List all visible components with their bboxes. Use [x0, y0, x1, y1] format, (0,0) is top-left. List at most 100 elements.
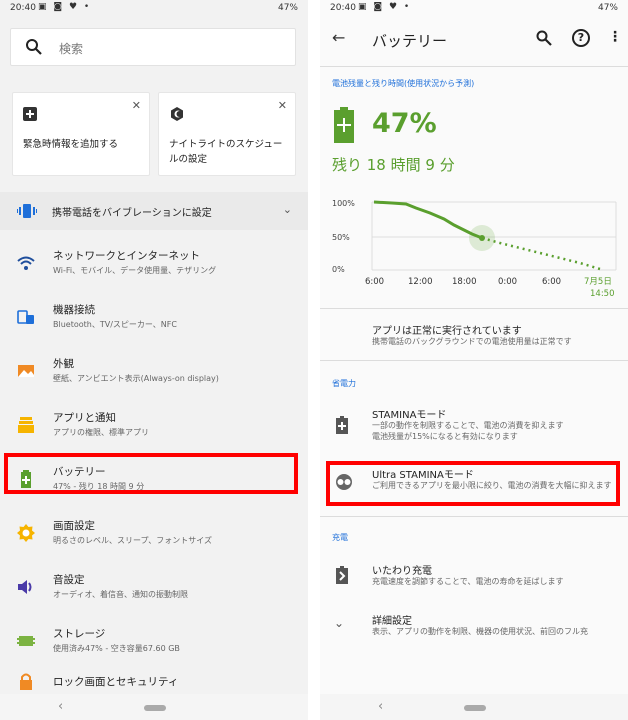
suggestion-card-emergency[interactable]: ✕ 緊急時情報を追加する: [12, 92, 150, 176]
chart-ylabel-50: 50%: [332, 233, 350, 242]
chart-ylabel-100: 100%: [332, 199, 355, 208]
settings-item-display[interactable]: 画面設定 明るさのレベル、スリープ、フォントサイズ: [0, 512, 308, 568]
item-title: アプリと通知: [53, 412, 116, 424]
item-title: ストレージ: [53, 628, 106, 640]
chart-xlabel-0: 6:00: [365, 277, 384, 287]
app-status-row[interactable]: アプリは正常に実行されています 携帯電話のバックグラウンドでの電池使用量は正常で…: [320, 322, 628, 352]
status-time: 20:40: [330, 3, 356, 13]
help-icon[interactable]: ?: [572, 29, 590, 47]
power-saving-header: 省電力: [332, 379, 356, 388]
stamina-mode-row[interactable]: STAMINAモード 一部の動作を制限することで、電池の消費を抑えます 電池残量…: [320, 406, 628, 446]
status-battery: 47%: [597, 3, 618, 13]
status-bar: 20:40 ▣ ◙ ♥ • 47%: [0, 0, 308, 18]
settings-item-lock[interactable]: ロック画面とセキュリティ: [0, 668, 308, 694]
battery-screen: 20:40 ▣ ◙ ♥ • 47% ← バッテリー ? ⋮ 電池残量と残り時間(…: [320, 0, 628, 720]
nav-back-icon[interactable]: ‹: [378, 699, 383, 714]
nav-home-icon[interactable]: [464, 705, 486, 711]
settings-item-network[interactable]: ネットワークとインターネット Wi-Fi、モバイル、データ使用量、テザリング: [0, 242, 308, 298]
volume-icon: [18, 580, 32, 594]
search-placeholder: 検索: [59, 42, 84, 56]
vibrate-mode-row[interactable]: 携帯電話をバイブレーションに設定 ⌄: [0, 192, 308, 230]
highlight-box-battery: [4, 453, 298, 494]
item-subtitle: Bluetooth、TV/スピーカー、NFC: [53, 320, 177, 329]
chart-xlabel-4: 6:00: [542, 277, 561, 287]
care-charging-row[interactable]: いたわり充電 充電速度を調節することで、電池の寿命を延ばします: [320, 562, 628, 592]
battery-percent: 47%: [372, 108, 437, 139]
settings-item-apps[interactable]: アプリと通知 アプリの権限、標準アプリ: [0, 404, 308, 460]
search-icon[interactable]: [536, 30, 552, 46]
item-title: 機器接続: [53, 304, 95, 316]
item-subtitle: オーディオ、着信音、通知の振動制限: [53, 590, 188, 599]
search-bar[interactable]: 検索: [10, 28, 296, 66]
divider: [320, 66, 628, 67]
card-label: 緊急時情報を追加する: [23, 139, 119, 150]
item-subtitle: 使用済み47% - 空き容量67.60 GB: [53, 644, 180, 653]
wallpaper-icon: [18, 365, 34, 377]
vibration-icon: [17, 204, 37, 218]
chart-xlabel-1: 12:00: [408, 277, 433, 287]
chart-end-date: 7月5日: [584, 277, 612, 287]
apps-icon: [18, 417, 34, 433]
night-light-icon: [171, 107, 183, 121]
settings-item-appearance[interactable]: 外観 壁紙、アンビエント表示(Always-on display): [0, 350, 308, 406]
settings-screen: 20:40 ▣ ◙ ♥ • 47% 検索 ✕ 緊急時情報を追加する ✕ ナイトラ…: [0, 0, 308, 720]
storage-icon: [17, 636, 35, 646]
chart-ylabel-0: 0%: [332, 265, 345, 274]
highlight-box-ultra-stamina: [326, 461, 620, 506]
item-title: ロック画面とセキュリティ: [53, 676, 179, 688]
chart-xlabel-3: 0:00: [498, 277, 517, 287]
app-bar: ← バッテリー ? ⋮: [320, 18, 628, 62]
care-charging-icon: [336, 566, 348, 584]
brightness-icon: [17, 524, 35, 542]
back-arrow-icon[interactable]: ←: [332, 28, 345, 47]
chart-end-time: 14:50: [590, 289, 615, 299]
item-title: 画面設定: [53, 520, 95, 532]
nav-bar: ‹: [320, 694, 628, 720]
estimate-header: 電池残量と残り時間(使用状況から予測): [332, 79, 475, 88]
item-subtitle: Wi-Fi、モバイル、データ使用量、テザリング: [53, 266, 217, 275]
care-charging-subtitle: 充電速度を調節することで、電池の寿命を延ばします: [372, 577, 564, 586]
status-title: アプリは正常に実行されています: [372, 326, 522, 337]
search-icon: [26, 39, 42, 55]
settings-item-sound[interactable]: 音設定 オーディオ、着信音、通知の振動制限: [0, 566, 308, 622]
nav-home-icon[interactable]: [144, 705, 166, 711]
item-title: 音設定: [53, 574, 85, 586]
item-title: 外観: [53, 358, 74, 370]
battery-large-icon: [334, 107, 354, 143]
status-bar: 20:40 ▣ ◙ ♥ • 47%: [320, 0, 628, 18]
charging-header: 充電: [332, 533, 348, 542]
battery-chart: 100% 50% 0% 6:00 12:00 18:00 0:00 6:00 7…: [332, 199, 617, 299]
divider: [320, 308, 628, 309]
stamina-title: STAMINAモード: [372, 410, 447, 421]
card-label: ナイトライトのスケジュールの設定: [169, 139, 283, 165]
battery-remaining: 残り 18 時間 9 分: [332, 156, 455, 174]
divider: [320, 360, 628, 361]
status-subtitle: 携帯電話のバックグラウンドでの電池使用量は正常です: [372, 337, 572, 346]
stamina-subtitle: 一部の動作を制限することで、電池の消費を抑えます 電池残量が15%になると有効に…: [372, 421, 564, 441]
status-time: 20:40: [10, 3, 36, 13]
wifi-icon: [17, 256, 35, 270]
advanced-title: 詳細設定: [372, 616, 412, 627]
item-subtitle: アプリの権限、標準アプリ: [53, 428, 149, 437]
page-title: バッテリー: [372, 32, 448, 50]
notification-icons: ▣ ◙ ♥ •: [38, 2, 92, 12]
battery-plus-icon: [336, 416, 348, 434]
devices-icon: [17, 310, 34, 324]
chevron-down-icon[interactable]: ⌄: [283, 203, 292, 216]
advanced-settings-row[interactable]: ⌄ 詳細設定 表示、アプリの動作を制限、機器の使用状況、前回のフル充: [320, 612, 628, 642]
care-charging-title: いたわり充電: [372, 566, 432, 577]
suggestion-card-night-light[interactable]: ✕ ナイトライトのスケジュールの設定: [158, 92, 296, 176]
advanced-subtitle: 表示、アプリの動作を制限、機器の使用状況、前回のフル充: [372, 627, 588, 636]
settings-item-devices[interactable]: 機器接続 Bluetooth、TV/スピーカー、NFC: [0, 296, 308, 352]
more-vert-icon[interactable]: ⋮: [608, 29, 622, 45]
close-icon[interactable]: ✕: [132, 99, 141, 112]
lock-icon: [20, 673, 32, 690]
divider: [320, 516, 628, 517]
status-battery: 47%: [277, 3, 298, 13]
nav-bar: ‹: [0, 694, 308, 720]
close-icon[interactable]: ✕: [278, 99, 287, 112]
notification-icons: ▣ ◙ ♥ •: [358, 2, 412, 12]
chart-xlabel-2: 18:00: [452, 277, 477, 287]
vibrate-mode-label: 携帯電話をバイブレーションに設定: [52, 208, 212, 219]
nav-back-icon[interactable]: ‹: [58, 699, 63, 714]
